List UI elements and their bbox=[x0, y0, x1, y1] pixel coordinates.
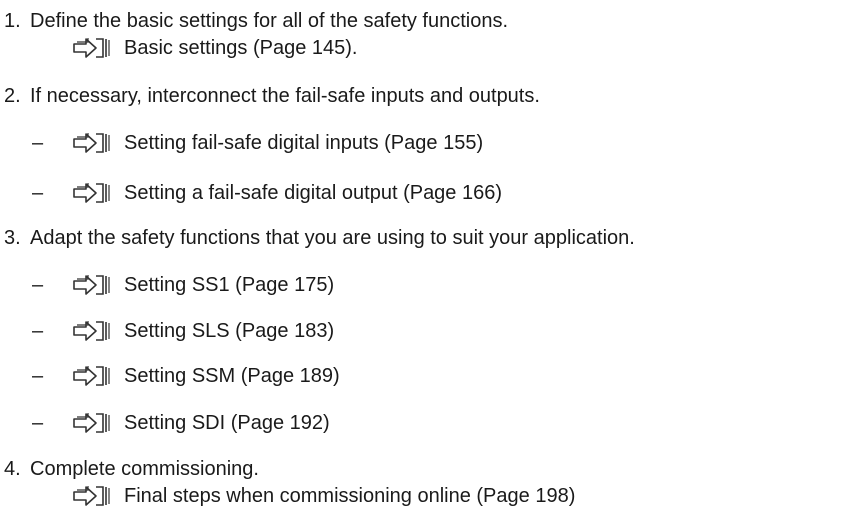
list-dash: – bbox=[32, 182, 44, 204]
page-reference-icon bbox=[72, 36, 116, 60]
step-text: Define the basic settings for all of the… bbox=[30, 10, 509, 32]
page-reference-icon bbox=[72, 411, 116, 435]
list-dash: – bbox=[32, 412, 44, 434]
list-dash: – bbox=[32, 320, 44, 342]
reference-link[interactable]: Setting SSM (Page 189) bbox=[124, 363, 340, 389]
reference-link[interactable]: Setting SLS (Page 183) bbox=[124, 318, 334, 344]
step-text: If necessary, interconnect the fail-safe… bbox=[30, 85, 540, 107]
reference-link[interactable]: Setting SS1 (Page 175) bbox=[124, 272, 334, 298]
reference-link[interactable]: Basic settings (Page 145). bbox=[124, 35, 357, 61]
list-dash: – bbox=[32, 274, 44, 296]
reference-link[interactable]: Final steps when commissioning online (P… bbox=[124, 483, 575, 509]
page-reference-icon bbox=[72, 131, 116, 155]
page-reference-icon bbox=[72, 181, 116, 205]
reference-link[interactable]: Setting SDI (Page 192) bbox=[124, 410, 330, 436]
list-dash: – bbox=[32, 365, 44, 387]
page-reference-icon bbox=[72, 319, 116, 343]
procedure-list: 1. Define the basic settings for all of … bbox=[0, 0, 854, 530]
list-dash: – bbox=[32, 132, 44, 154]
reference-link[interactable]: Setting a fail-safe digital output (Page… bbox=[124, 180, 502, 206]
step-text: Complete commissioning. bbox=[30, 458, 259, 480]
reference-link[interactable]: Setting fail-safe digital inputs (Page 1… bbox=[124, 130, 483, 156]
page-reference-icon bbox=[72, 364, 116, 388]
page-reference-icon bbox=[72, 484, 116, 508]
step-text: Adapt the safety functions that you are … bbox=[30, 227, 635, 249]
page-reference-icon bbox=[72, 273, 116, 297]
